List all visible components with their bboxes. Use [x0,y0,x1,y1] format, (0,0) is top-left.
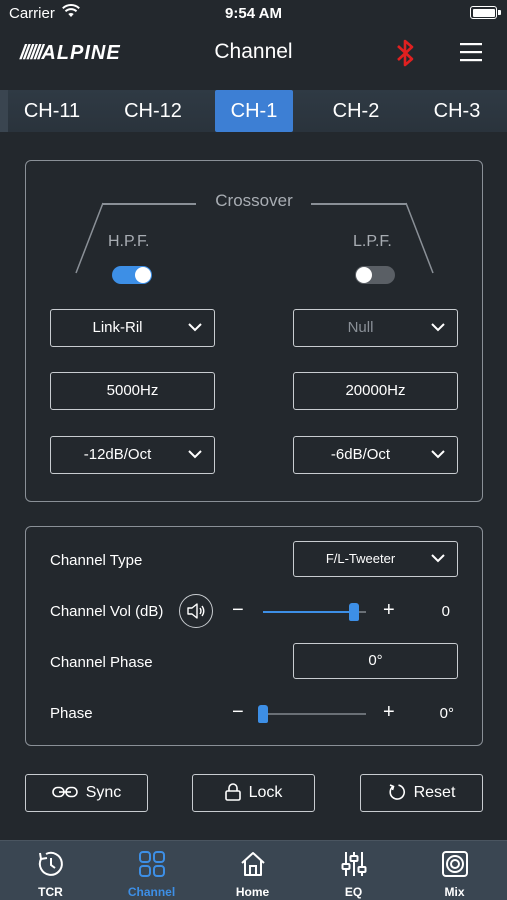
channel-vol-label: Channel Vol (dB) [50,603,164,620]
channel-type-label: Channel Type [50,552,143,569]
tab-tcr-label: TCR [38,885,63,899]
lpf-toggle-knob [356,267,372,283]
tab-channel-label: Channel [127,885,176,899]
hpf-filter-type-select[interactable]: Link-Ril [50,309,215,347]
lpf-slope-select[interactable]: -6dB/Oct [293,436,458,474]
tab-ch-1[interactable]: CH-1 [215,90,293,132]
tab-ch-2[interactable]: CH-2 [317,90,395,132]
hpf-frequency-value: 5000Hz [106,382,159,399]
tab-ch-11[interactable]: CH-11 [13,90,91,132]
vol-slider-thumb[interactable] [348,603,359,621]
lpf-frequency-field[interactable]: 20000Hz [293,372,458,410]
tab-mix[interactable]: Mix [404,841,505,900]
tab-ch-3[interactable]: CH-3 [418,90,496,132]
chevron-down-icon [188,450,202,459]
speaker-icon [187,603,205,619]
lpf-filter-type-select[interactable]: Null [293,309,458,347]
channel-type-select[interactable]: F/L-Tweeter [293,541,458,577]
lpf-slope-value: -6dB/Oct [330,446,391,463]
hpf-slope-select[interactable]: -12dB/Oct [50,436,215,474]
hpf-label: H.P.F. [108,233,150,250]
grid-icon [139,851,165,877]
tab-tcr[interactable]: TCR [0,841,101,900]
crossover-line-right [311,203,407,205]
lpf-label: L.P.F. [353,233,392,250]
mute-button[interactable] [179,594,213,628]
vol-value: 0 [441,603,450,620]
hpf-toggle-knob [135,267,151,283]
speaker-icon [442,851,468,877]
tab-channel[interactable]: Channel [101,841,202,900]
chevron-down-icon [188,323,202,332]
lock-label: Lock [248,784,283,801]
phase-slider-track[interactable] [263,713,366,715]
lock-icon [224,782,241,801]
lpf-toggle[interactable] [355,266,395,284]
phase-value: 0° [439,705,454,722]
hpf-slope-value: -12dB/Oct [83,446,152,463]
vol-plus-button[interactable]: + [383,599,395,622]
tab-eq-label: EQ [344,885,363,899]
battery-tip [498,10,501,15]
home-icon [241,852,265,876]
eq-sliders-icon [341,852,367,876]
channel-phase-value: 0° [368,652,383,669]
link-icon [51,786,78,798]
lpf-frequency-value: 20000Hz [345,382,406,399]
bottom-tab-bar: TCR Channel Home EQ Mix [0,840,507,900]
crossover-line-left [102,203,196,205]
reset-button[interactable]: Reset [360,774,483,812]
page-title: Channel [214,40,293,63]
hpf-toggle[interactable] [112,266,152,284]
chevron-down-icon [431,323,445,332]
phase-slider-thumb[interactable] [258,705,268,723]
crossover-slope-right [405,202,434,274]
nav-bar: //////ALPINE Channel [0,28,507,84]
tab-home[interactable]: Home [202,841,303,900]
hpf-filter-type-value: Link-Ril [92,319,143,336]
tab-eq[interactable]: EQ [303,841,404,900]
channel-phase-label: Channel Phase [50,654,153,671]
phase-minus-button[interactable]: − [232,701,244,724]
vol-minus-button[interactable]: − [232,599,244,622]
status-bar: Carrier 9:54 AM [0,0,507,28]
tab-home-label: Home [235,885,270,899]
sync-label: Sync [85,784,122,801]
chevron-down-icon [431,450,445,459]
battery-icon [470,6,497,19]
tab-ch-12[interactable]: CH-12 [114,90,192,132]
crossover-slope-left [75,202,104,274]
reset-icon [389,784,405,800]
phase-plus-button[interactable]: + [383,701,395,724]
lock-button[interactable]: Lock [192,774,315,812]
menu-icon[interactable] [460,42,482,67]
channel-type-value: F/L-Tweeter [325,551,396,566]
vol-slider-fill [263,611,354,613]
clock-label: 9:54 AM [225,5,282,22]
channel-tab-strip: CH-11 CH-12 CH-1 CH-2 CH-3 [0,90,507,132]
chevron-down-icon [431,554,445,563]
crossover-panel: Crossover H.P.F. L.P.F. Link-Ril 5000Hz … [25,160,483,502]
reset-label: Reset [413,784,456,801]
phase-label: Phase [50,705,93,722]
bluetooth-icon[interactable] [395,38,417,73]
channel-phase-field[interactable]: 0° [293,643,458,679]
lpf-filter-type-value: Null [347,319,374,336]
tab-mix-label: Mix [444,885,465,899]
sync-button[interactable]: Sync [25,774,148,812]
hpf-frequency-field[interactable]: 5000Hz [50,372,215,410]
clock-icon [38,851,63,876]
